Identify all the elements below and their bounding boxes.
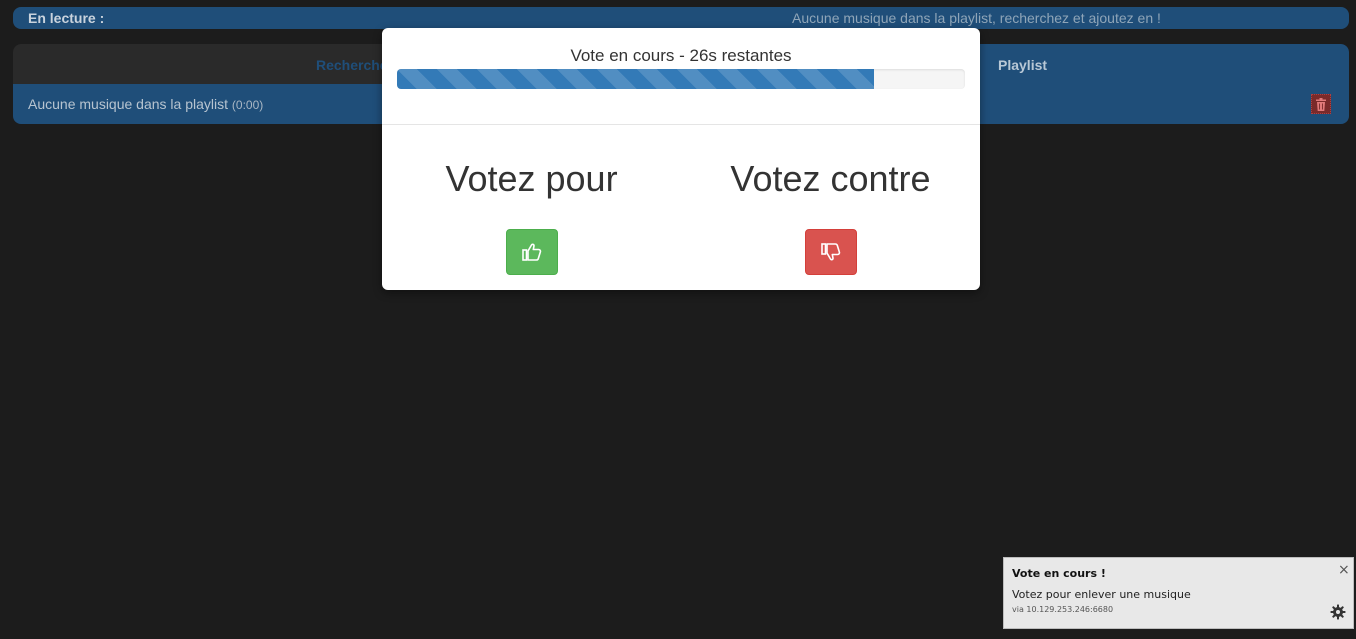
now-playing-message: Aucune musique dans la playlist, recherc… [792,10,1161,26]
vote-against-heading: Votez contre [730,158,931,199]
notification-title: Vote en cours ! [1012,567,1106,580]
vote-progress [397,69,965,89]
playlist-item-title: Aucune musique dans la playlist [28,96,229,112]
gear-icon[interactable] [1330,604,1346,620]
vote-for-button[interactable] [506,229,558,275]
vote-for-column: Votez pour [382,158,681,200]
thumbs-up-icon [522,243,542,261]
playlist-item-duration: (0:00) [231,98,264,112]
vote-title: Vote en cours - 26s restantes [570,46,792,65]
close-icon[interactable]: × [1338,562,1350,578]
now-playing-label: En lecture : [28,10,105,26]
modal-header: Vote en cours - 26s restantes [382,28,980,125]
tab-playlist-label: Playlist [998,57,1048,73]
tab-search-label: Recherche [316,57,388,73]
vote-progress-bar [397,69,875,89]
now-playing-bar: En lecture : Aucune musique dans la play… [13,7,1349,29]
trash-icon [1316,97,1326,111]
thumbs-down-icon [821,243,841,261]
delete-button[interactable] [1311,94,1331,114]
notification-source: via 10.129.253.246:6680 [1012,605,1114,614]
playlist-item-text: Aucune musique dans la playlist (0:00) [28,96,263,112]
notification-body: Votez pour enlever une musique [1012,588,1191,601]
notification-popup: Vote en cours ! Votez pour enlever une m… [1003,557,1354,629]
vote-against-button[interactable] [805,229,857,275]
vote-against-column: Votez contre [681,158,980,200]
vote-modal: Vote en cours - 26s restantes Votez pour… [382,28,980,290]
vote-for-heading: Votez pour [445,158,618,199]
